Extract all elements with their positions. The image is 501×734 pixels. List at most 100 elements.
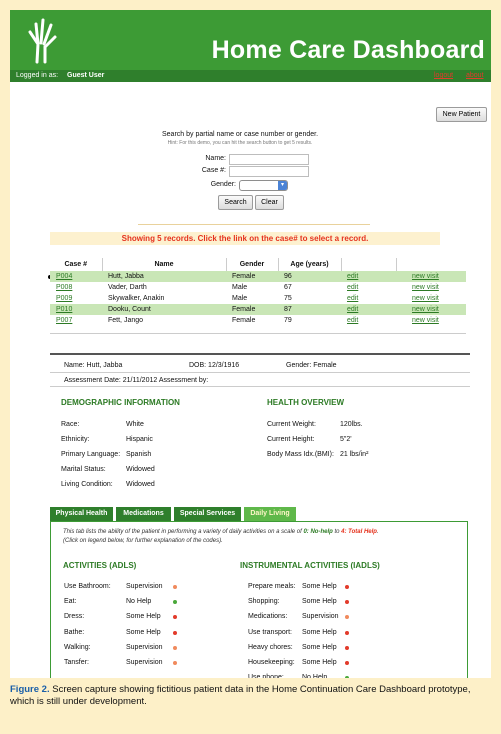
age-cell: 79 xyxy=(278,315,341,326)
iadl-value: No Help xyxy=(302,674,328,678)
tab-daily-living[interactable]: Daily Living xyxy=(244,507,296,521)
iadl-label: Medications: xyxy=(248,613,288,621)
case-number-input[interactable] xyxy=(229,166,309,177)
adls-title: ACTIVITIES (ADLS) xyxy=(63,561,137,570)
adl-label: Use Bathroom: xyxy=(64,583,111,590)
table-bottom-rule xyxy=(50,333,466,334)
new-visit-link[interactable]: new visit xyxy=(412,306,439,313)
search-hint: Hint: For this demo, you can hit the sea… xyxy=(167,140,313,146)
edit-link[interactable]: edit xyxy=(347,317,358,324)
iadl-label: Use transport: xyxy=(248,628,292,636)
patient-name: Name: Hutt, Jabba xyxy=(64,362,123,369)
logout-link[interactable]: logout xyxy=(434,72,453,79)
case-link[interactable]: P004 xyxy=(56,273,72,280)
chevron-down-icon: ▾ xyxy=(278,181,287,190)
figure-label: Figure 2. xyxy=(10,684,50,695)
user-name: Guest User xyxy=(67,72,105,79)
edit-link[interactable]: edit xyxy=(347,284,358,291)
patient-mid-rule xyxy=(50,372,470,373)
tab-special-services[interactable]: Special Services xyxy=(174,507,241,521)
height-label: Current Height: xyxy=(267,436,315,443)
info-to: to xyxy=(334,529,340,535)
status-dot-icon xyxy=(173,630,177,635)
demographic-title: DEMOGRAPHIC INFORMATION xyxy=(61,398,180,407)
new-visit-link[interactable]: new visit xyxy=(412,273,439,280)
case-link[interactable]: P010 xyxy=(56,306,72,313)
patient-name-cell: Fett, Jango xyxy=(102,315,226,326)
weight-label: Current Weight: xyxy=(267,421,316,428)
patient-name-cell: Dooku, Count xyxy=(102,304,226,315)
iadl-label: Heavy chores: xyxy=(248,643,293,651)
race-value: White xyxy=(126,421,144,428)
iadl-label: Shopping: xyxy=(248,598,280,606)
column-header-age: Age (years) xyxy=(278,258,342,271)
patient-name-cell: Hutt, Jabba xyxy=(102,271,226,282)
patient-name-cell: Vader, Darth xyxy=(102,282,226,293)
iadl-value: Some Help xyxy=(302,598,337,606)
new-visit-link[interactable]: new visit xyxy=(412,295,439,302)
language-value: Spanish xyxy=(126,451,152,458)
new-patient-button[interactable]: New Patient xyxy=(436,107,487,122)
marital-value: Widowed xyxy=(126,466,155,473)
new-visit-link[interactable]: new visit xyxy=(412,317,439,324)
age-cell: 67 xyxy=(278,282,341,293)
gender-cell: Male xyxy=(226,293,278,304)
edit-link[interactable]: edit xyxy=(347,295,358,302)
gender-cell: Male xyxy=(226,282,278,293)
info-end: . xyxy=(376,529,379,535)
adl-label: Dress: xyxy=(64,613,85,621)
tab-physical-health[interactable]: Physical Health xyxy=(50,507,113,521)
table-row: P010 Dooku, Count Female 87 edit new vis… xyxy=(50,304,466,315)
info-legend-note: (Click on legend below, for further expl… xyxy=(63,538,223,544)
living-value: Widowed xyxy=(126,481,155,488)
edit-link[interactable]: edit xyxy=(347,273,358,280)
adl-value: Some Help xyxy=(126,628,161,636)
patient-bottom-rule xyxy=(50,386,470,387)
status-dot-icon xyxy=(345,661,349,665)
figure-caption: Figure 2. Screen capture showing fictiti… xyxy=(10,684,491,708)
ethnicity-label: Ethnicity: xyxy=(61,436,90,443)
name-label: Name: xyxy=(205,155,226,162)
status-dot-icon xyxy=(345,630,349,635)
tab-medications[interactable]: Medications xyxy=(116,507,171,521)
caption-text: Screen capture showing fictitious patien… xyxy=(10,684,471,707)
hand-logo-icon xyxy=(28,18,57,64)
iadl-label: Use phone: xyxy=(248,674,284,678)
app-header: Home Care Dashboard xyxy=(10,10,491,70)
iadl-value: Some Help xyxy=(302,583,337,590)
gender-cell: Female xyxy=(226,271,278,282)
iadls-title: INSTRUMENTAL ACTIVITIES (IADLS) xyxy=(240,561,380,570)
clear-button[interactable]: Clear xyxy=(255,195,284,210)
adl-label: Bathe: xyxy=(64,628,85,636)
adl-label: Walking: xyxy=(64,643,91,651)
app-title: Home Care Dashboard xyxy=(211,36,485,64)
weight-value: 120lbs. xyxy=(340,421,363,428)
about-link[interactable]: about xyxy=(466,72,484,79)
patient-name-cell: Skywalker, Anakin xyxy=(102,293,226,304)
race-label: Race: xyxy=(61,421,80,428)
scale-max-label: 4: Total Help xyxy=(341,529,377,535)
language-label: Primary Language: xyxy=(61,451,121,458)
case-link[interactable]: P008 xyxy=(56,284,72,291)
records-message: Showing 5 records. Click the link on the… xyxy=(50,232,440,245)
search-button[interactable]: Search xyxy=(218,195,253,210)
name-input[interactable] xyxy=(229,154,309,165)
table-row: P007 Fett, Jango Female 79 edit new visi… xyxy=(50,315,466,326)
column-header-gender: Gender xyxy=(226,258,279,271)
bmi-value: 21 lbs/in² xyxy=(340,451,369,458)
iadl-label: Housekeeping: xyxy=(248,659,295,666)
case-link[interactable]: P009 xyxy=(56,295,72,302)
gender-label: Gender: xyxy=(210,181,236,188)
marital-label: Marital Status: xyxy=(61,466,106,473)
iadl-value: Some Help xyxy=(302,643,337,651)
status-dot-icon xyxy=(173,645,177,650)
edit-link[interactable]: edit xyxy=(347,306,358,313)
records-table: Case # Name Gender Age (years) P004 Hutt… xyxy=(50,258,466,326)
patient-gender: Gender: Female xyxy=(286,362,337,369)
screen-frame: Home Care Dashboard Logged in as: Guest … xyxy=(10,10,491,678)
gender-select[interactable]: ▾ xyxy=(239,180,288,191)
column-header-edit xyxy=(341,258,397,271)
case-link[interactable]: P007 xyxy=(56,317,72,324)
age-cell: 75 xyxy=(278,293,341,304)
new-visit-link[interactable]: new visit xyxy=(412,284,439,291)
